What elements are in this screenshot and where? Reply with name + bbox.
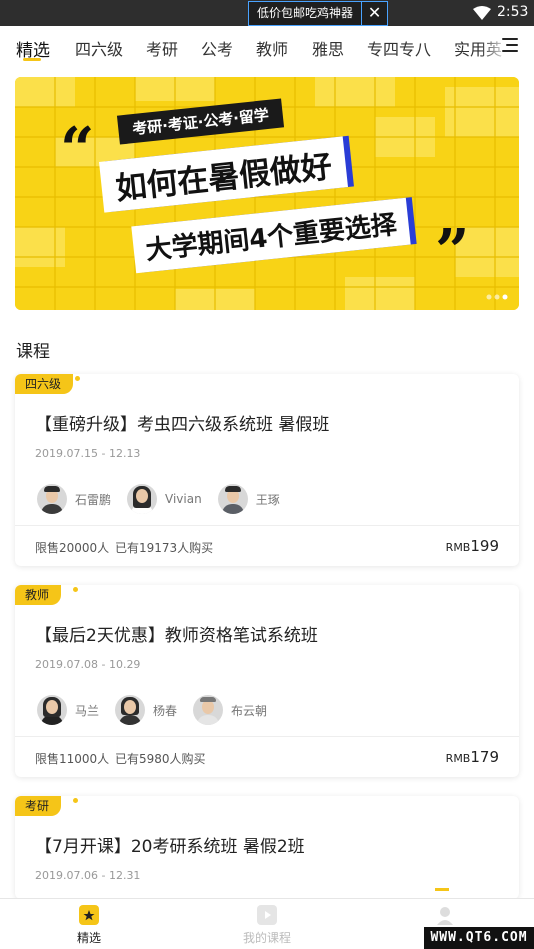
card-divider <box>15 736 519 737</box>
active-tab-indicator <box>23 58 41 61</box>
avatar <box>217 484 248 514</box>
avatar <box>127 484 158 514</box>
purchase-count: 已有19173人购买 <box>115 541 214 555</box>
price-amount: 199 <box>470 537 499 555</box>
promo-banner[interactable]: 考研·考证·公考·留学 “ 如何在暑假做好 大学期间4个重要选择 ” <box>15 77 519 310</box>
nav-my-courses[interactable]: 我的课程 <box>222 905 312 946</box>
teacher: 王琢 <box>217 484 280 514</box>
card-divider <box>15 525 519 526</box>
course-card[interactable]: 考研 【7月开课】20考研系统班 暑假2班 2019.07.06 - 12.31 <box>15 796 519 899</box>
promo-marker <box>435 888 449 891</box>
user-icon <box>435 905 455 925</box>
site-watermark: WWW.QT6.COM <box>424 927 534 949</box>
teacher-list: 石雷鹏 Vivian 王琢 <box>37 484 296 514</box>
category-tabs: 精选 四六级 考研 公考 教师 雅思 专四专八 实用英 <box>0 26 534 70</box>
status-bar: 低价包邮吃鸡神器 ✕ 2:53 <box>0 0 534 26</box>
tab-ielts[interactable]: 雅思 <box>312 36 344 60</box>
course-card[interactable]: 教师 【最后2天优惠】教师资格笔试系统班 2019.07.08 - 10.29 … <box>15 585 519 777</box>
ad-banner[interactable]: 低价包邮吃鸡神器 ✕ <box>248 1 389 26</box>
avatar <box>37 695 67 725</box>
ad-close-icon[interactable]: ✕ <box>361 2 387 25</box>
ad-text[interactable]: 低价包邮吃鸡神器 <box>249 2 361 25</box>
sale-limit: 限售11000人 <box>35 752 110 766</box>
teacher-name: 布云朝 <box>231 703 268 718</box>
course-tag: 四六级 <box>15 374 74 394</box>
sale-limit: 限售20000人 <box>35 541 110 555</box>
nav-featured[interactable]: 精选 <box>44 905 134 946</box>
play-icon <box>257 905 277 925</box>
wifi-icon <box>473 6 491 20</box>
tab-cet[interactable]: 四六级 <box>75 36 123 60</box>
section-title-courses: 课程 <box>16 342 50 362</box>
course-tag: 教师 <box>15 585 62 605</box>
price-currency: RMB <box>445 752 471 765</box>
price: RMB199 <box>446 536 499 555</box>
purchase-count: 已有5980人购买 <box>115 752 206 766</box>
teacher-name: Vivian <box>165 492 202 506</box>
clock: 2:53 <box>497 4 529 20</box>
tag-spark-icon <box>73 587 78 592</box>
menu-icon[interactable] <box>502 38 518 52</box>
course-dates: 2019.07.08 - 10.29 <box>35 658 141 671</box>
teacher: 马兰 <box>37 695 99 725</box>
star-icon <box>79 905 99 925</box>
tab-civil-exam[interactable]: 公考 <box>201 36 233 60</box>
tab-postgrad[interactable]: 考研 <box>146 36 178 60</box>
close-quote: ” <box>435 217 470 287</box>
course-title[interactable]: 【重磅升级】考虫四六级系统班 暑假班 <box>35 410 329 435</box>
nav-profile[interactable] <box>400 905 490 929</box>
teacher-name: 王琢 <box>255 492 280 507</box>
teacher-name: 杨春 <box>153 703 178 718</box>
course-title[interactable]: 【最后2天优惠】教师资格笔试系统班 <box>35 621 318 646</box>
tag-spark-icon <box>73 798 78 803</box>
course-dates: 2019.07.15 - 12.13 <box>35 447 141 460</box>
avatar <box>193 695 224 725</box>
avatar <box>115 695 146 725</box>
tab-tem[interactable]: 专四专八 <box>367 36 431 60</box>
teacher-name: 石雷鹏 <box>75 492 112 507</box>
price-amount: 179 <box>470 748 499 766</box>
teacher: 布云朝 <box>193 695 267 725</box>
teacher-name: 马兰 <box>75 703 100 718</box>
tab-teacher[interactable]: 教师 <box>256 36 288 60</box>
course-card[interactable]: 四六级 【重磅升级】考虫四六级系统班 暑假班 2019.07.15 - 12.1… <box>15 374 519 566</box>
tag-spark-icon <box>75 376 80 381</box>
price-currency: RMB <box>445 541 471 554</box>
nav-featured-label: 精选 <box>76 931 101 945</box>
course-title[interactable]: 【7月开课】20考研系统班 暑假2班 <box>35 832 305 857</box>
nav-my-courses-label: 我的课程 <box>242 931 291 945</box>
carousel-dots <box>486 294 508 300</box>
course-dates: 2019.07.06 - 12.31 <box>35 869 141 882</box>
course-tag: 考研 <box>15 796 62 816</box>
open-quote: “ <box>60 115 95 185</box>
price: RMB179 <box>446 747 499 766</box>
teacher: Vivian <box>127 484 202 514</box>
teacher: 杨春 <box>115 695 177 725</box>
teacher-list: 马兰 杨春 布云朝 <box>37 695 283 725</box>
teacher: 石雷鹏 <box>37 484 111 514</box>
avatar <box>37 484 67 514</box>
